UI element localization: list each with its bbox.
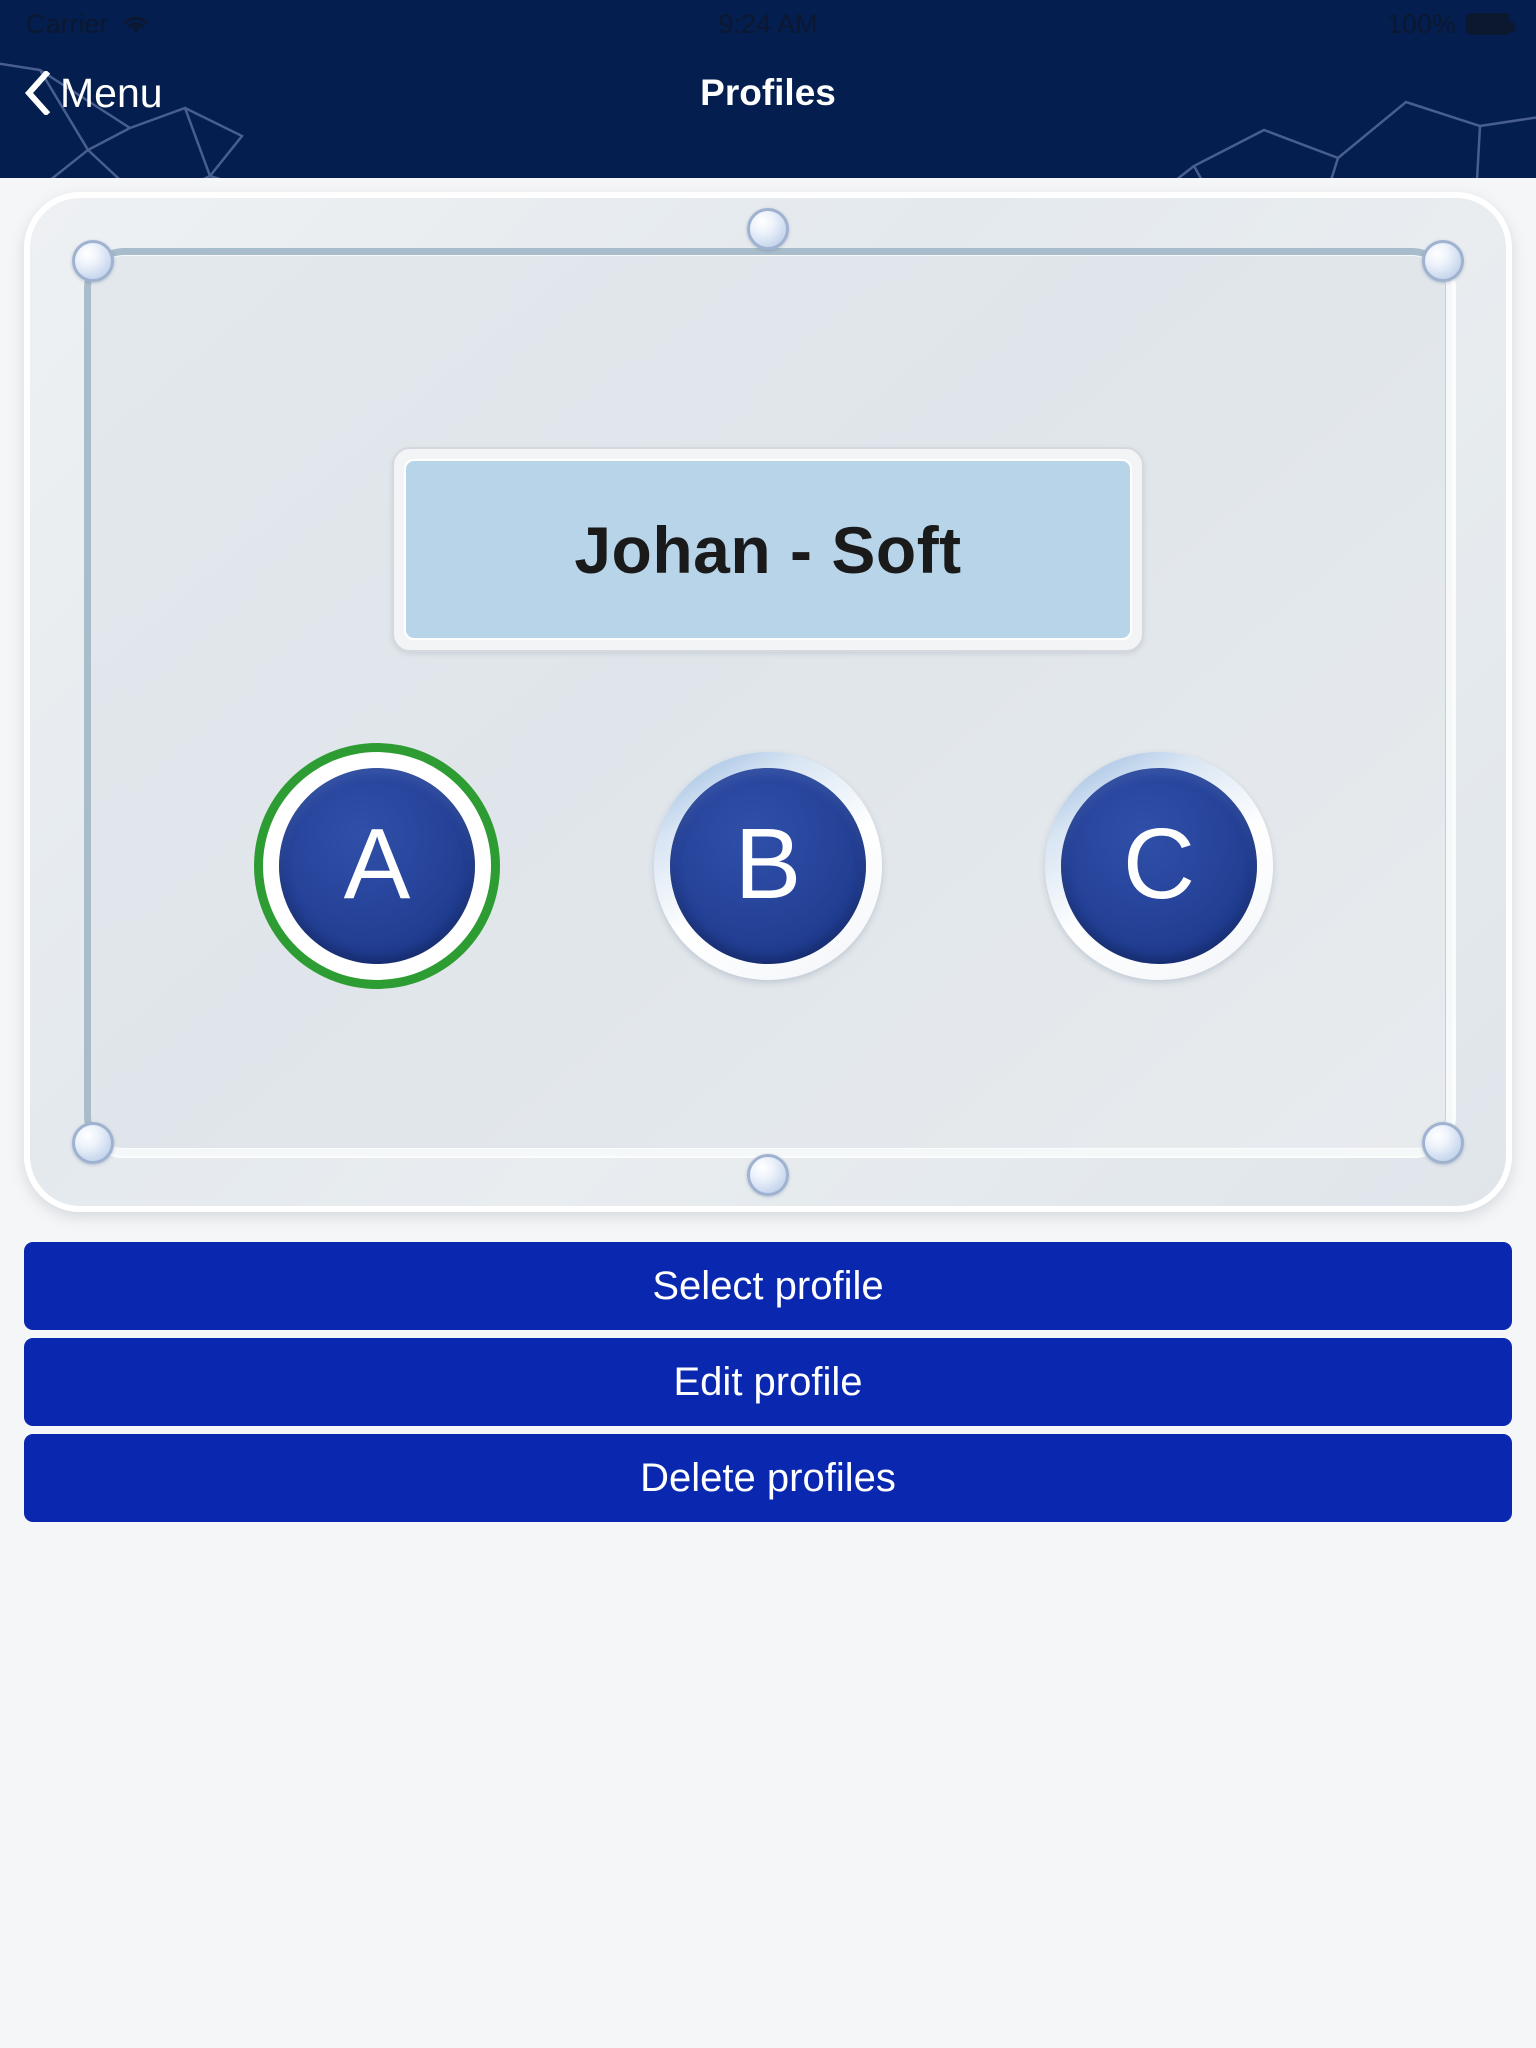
rivet-top-center-icon (747, 208, 789, 250)
chevron-left-icon (24, 71, 50, 115)
profile-slot-c[interactable]: C (1045, 752, 1273, 980)
rivet-top-right-icon (1422, 240, 1464, 282)
profile-slot-a-label: A (343, 808, 411, 920)
status-bar-right: 100% (1386, 8, 1515, 40)
profile-slot-c-label: C (1122, 808, 1196, 920)
profile-slot-b-label: B (734, 808, 802, 920)
navigation-bar: Menu Profiles (0, 48, 1536, 138)
clock-label: 9:24 AM (718, 8, 818, 39)
battery-percent-label: 100% (1386, 8, 1456, 39)
status-bar: Carrier 9:24 AM 100% (0, 0, 1536, 48)
action-button-list: Select profile Edit profile Delete profi… (24, 1242, 1512, 1522)
profile-slot-b[interactable]: B (654, 752, 882, 980)
profile-name-value[interactable]: Johan - Soft (404, 459, 1132, 640)
rivet-bottom-right-icon (1422, 1122, 1464, 1164)
back-to-menu-button[interactable]: Menu (24, 70, 163, 117)
status-bar-left: Carrier (26, 9, 151, 40)
carrier-label: Carrier (26, 8, 109, 39)
wifi-icon (123, 16, 148, 33)
edit-profile-button[interactable]: Edit profile (24, 1338, 1512, 1426)
rivet-top-left-icon (72, 240, 114, 282)
back-button-label: Menu (60, 69, 163, 116)
page-title: Profiles (700, 72, 836, 113)
battery-full-icon (1466, 13, 1515, 35)
profile-card: Johan - Soft A B C (24, 192, 1512, 1212)
profile-slot-b-disc: B (670, 768, 866, 964)
card-inner-frame (84, 248, 1452, 1156)
profile-slot-a[interactable]: A (263, 752, 491, 980)
delete-profiles-button[interactable]: Delete profiles (24, 1434, 1512, 1522)
profile-slot-list: A B C (24, 752, 1512, 980)
profile-slot-a-disc: A (279, 768, 475, 964)
profile-name-plate: Johan - Soft (392, 447, 1144, 652)
rivet-bottom-center-icon (747, 1154, 789, 1196)
status-bar-center: 9:24 AM (0, 0, 1536, 48)
profile-slot-c-disc: C (1061, 768, 1257, 964)
app-header: Carrier 9:24 AM 100% Menu Profiles (0, 0, 1536, 178)
select-profile-button[interactable]: Select profile (24, 1242, 1512, 1330)
rivet-bottom-left-icon (72, 1122, 114, 1164)
